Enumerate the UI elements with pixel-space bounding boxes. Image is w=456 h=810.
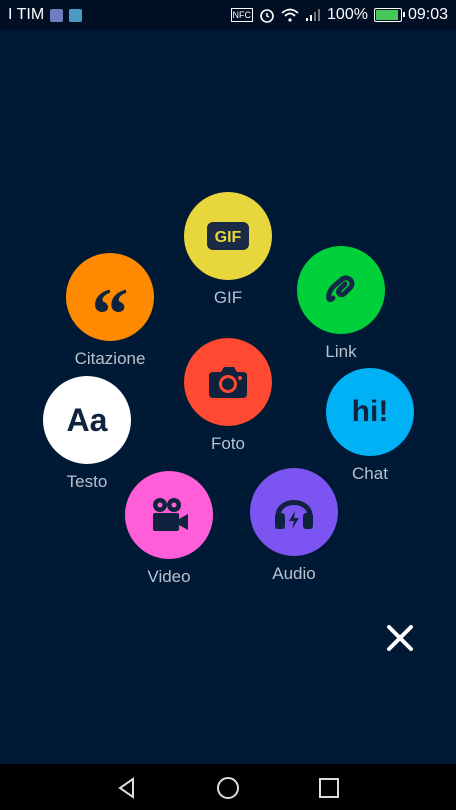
gif-label: GIF — [213, 288, 243, 307]
option-link[interactable]: Link — [297, 246, 385, 361]
text-icon: Aa — [66, 401, 108, 438]
gif-icon: GIF — [207, 222, 249, 250]
nfc-icon: NFC — [230, 8, 254, 22]
option-quote[interactable]: “ Citazione — [66, 253, 154, 368]
audio-button[interactable] — [250, 468, 338, 556]
svg-text:GIF: GIF — [215, 229, 242, 246]
close-icon — [387, 625, 413, 651]
back-icon[interactable] — [113, 774, 141, 802]
headphones-icon — [275, 500, 313, 529]
quote-icon: “ — [91, 274, 129, 356]
option-photo[interactable]: Foto — [184, 338, 272, 453]
carrier-label: I TIM — [8, 6, 45, 23]
photo-label: Foto — [210, 434, 246, 453]
link-icon — [326, 275, 355, 302]
link-label: Link — [325, 342, 357, 361]
option-audio[interactable]: Audio — [250, 468, 338, 583]
clock: 09:03 — [407, 6, 448, 23]
battery-icon — [373, 8, 405, 22]
close-button[interactable] — [382, 620, 418, 656]
recents-icon[interactable] — [315, 774, 343, 802]
text-button[interactable]: Aa — [43, 376, 131, 464]
option-gif[interactable]: GIF GIF — [184, 192, 272, 307]
video-label: Video — [147, 567, 191, 586]
battery-percent: 100% — [327, 6, 368, 23]
notification-icon — [50, 8, 64, 22]
chat-icon: hi! — [351, 395, 389, 428]
gallery-notification-icon — [69, 8, 83, 22]
navigation-bar — [0, 764, 456, 810]
link-button[interactable] — [297, 246, 385, 334]
gif-button[interactable]: GIF — [184, 192, 272, 280]
wifi-icon — [281, 8, 299, 22]
home-icon[interactable] — [214, 774, 242, 802]
quote-label: Citazione — [74, 349, 146, 368]
camera-icon — [209, 367, 247, 398]
video-camera-icon — [153, 498, 188, 531]
alarm-icon — [260, 9, 274, 23]
signal-icon — [306, 9, 321, 21]
quote-button[interactable]: “ — [66, 253, 154, 352]
option-text[interactable]: Aa Testo — [43, 376, 131, 491]
option-chat[interactable]: hi! Chat — [326, 368, 414, 483]
text-label: Testo — [66, 472, 108, 491]
photo-button[interactable] — [184, 338, 272, 426]
status-bar: I TIM NFC 100% 09:03 — [0, 0, 456, 30]
chat-button[interactable]: hi! — [326, 368, 414, 456]
